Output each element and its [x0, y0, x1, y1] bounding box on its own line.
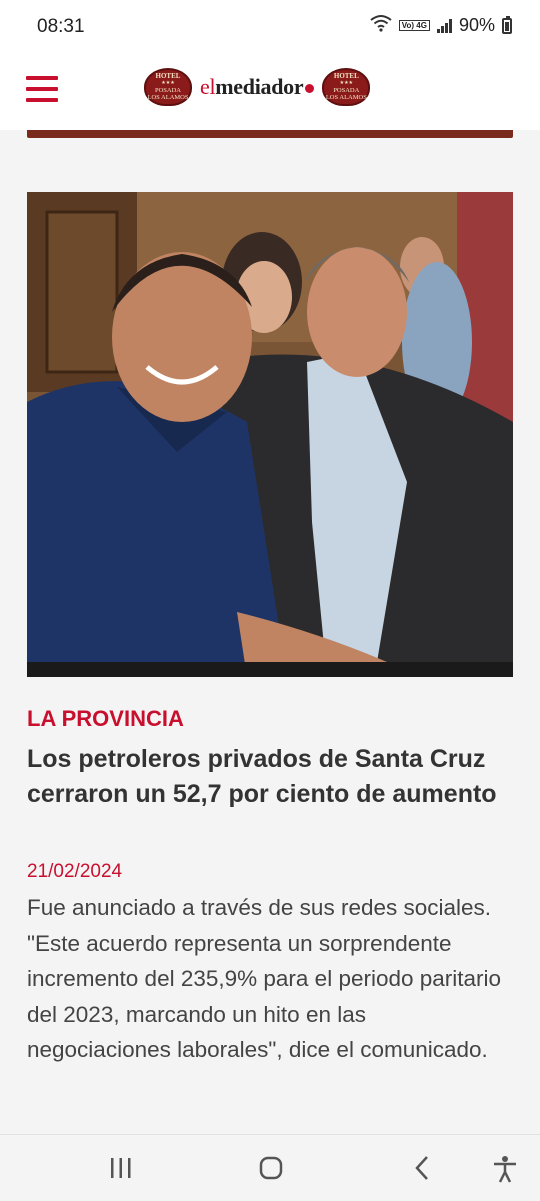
home-icon[interactable]: [240, 1135, 300, 1201]
hamburger-menu-icon[interactable]: [26, 74, 58, 104]
system-nav-bar: [0, 1134, 540, 1201]
brand-dot-icon: [305, 84, 315, 94]
brand-name: mediador: [215, 74, 304, 99]
article-section[interactable]: LA PROVINCIA: [27, 706, 184, 732]
article-headline[interactable]: Los petroleros privados de Santa Cruz ce…: [27, 742, 497, 812]
battery-percent: 90%: [458, 15, 495, 35]
hotel-sponsor-logo-left[interactable]: HOTEL ★★★ POSADA LOS ALAMOS: [144, 68, 192, 106]
logo-row: HOTEL ★★★ POSADA LOS ALAMOS elmediador H…: [144, 68, 371, 106]
hotel-sponsor-logo-right[interactable]: HOTEL ★★★ POSADA LOS ALAMOS: [322, 68, 371, 106]
status-time: 08:31: [37, 16, 85, 37]
accessibility-icon[interactable]: [474, 1135, 534, 1201]
signal-icon: [436, 18, 452, 33]
site-header: HOTEL ★★★ POSADA LOS ALAMOS elmediador H…: [0, 54, 540, 130]
wifi-icon: [370, 14, 392, 37]
recent-apps-icon[interactable]: [90, 1135, 150, 1201]
status-bar: 08:31 Vo) 4G 90%: [0, 0, 540, 54]
article-photo[interactable]: [27, 192, 513, 677]
article-date: 21/02/2024: [27, 861, 123, 882]
brand-prefix: el: [200, 74, 216, 99]
volte-icon: Vo) 4G: [398, 20, 430, 31]
ad-banner-strip[interactable]: [27, 130, 513, 138]
site-logo[interactable]: elmediador: [200, 74, 315, 100]
back-icon[interactable]: [392, 1135, 452, 1201]
article-summary: Fue anunciado a través de sus redes soci…: [27, 895, 502, 1062]
status-icons: Vo) 4G 90%: [370, 14, 512, 37]
battery-icon: [502, 15, 512, 34]
